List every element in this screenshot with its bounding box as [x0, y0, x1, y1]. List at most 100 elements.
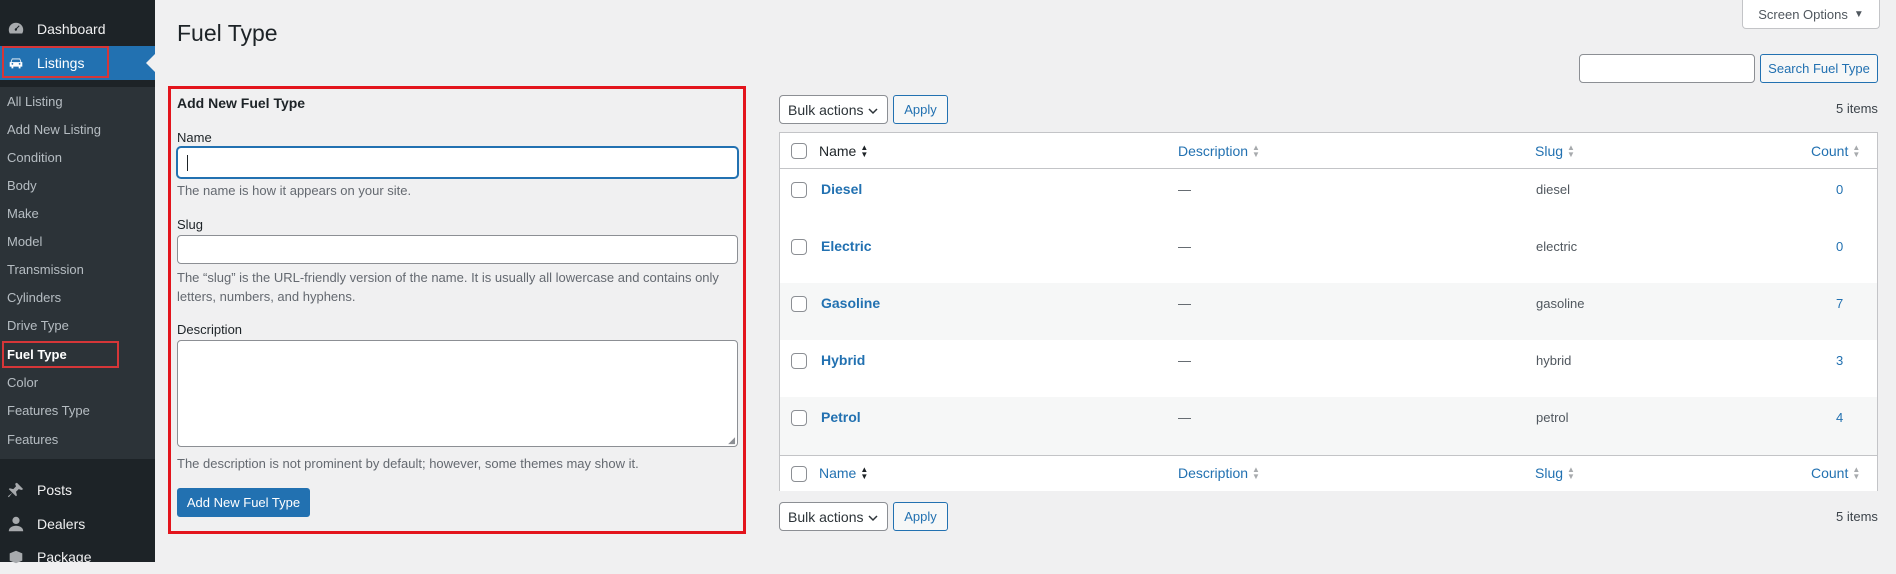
description-label: Description	[177, 322, 243, 337]
term-description: —	[1178, 296, 1191, 311]
column-footer-name[interactable]: Name ▲ ▼	[819, 465, 868, 481]
slug-label: Slug	[177, 217, 204, 232]
select-all-checkbox-footer[interactable]	[791, 466, 807, 482]
slug-field[interactable]	[177, 235, 738, 264]
submenu-color[interactable]: Color	[7, 373, 38, 393]
user-icon	[6, 514, 26, 534]
apply-button-bottom[interactable]: Apply	[893, 502, 948, 531]
row-checkbox[interactable]	[791, 410, 807, 426]
submenu-all-listing[interactable]: All Listing	[7, 92, 63, 112]
column-footer-slug[interactable]: Slug ▲ ▼	[1535, 465, 1575, 481]
submenu-features[interactable]: Features	[7, 430, 58, 450]
table-row: Electric — electric 0	[780, 226, 1877, 283]
menu-label-package: Package	[37, 549, 92, 565]
term-name-link[interactable]: Petrol	[821, 409, 861, 425]
search-fuel-type-button[interactable]: Search Fuel Type	[1760, 54, 1878, 83]
row-checkbox[interactable]	[791, 239, 807, 255]
column-header-description[interactable]: Description ▲ ▼	[1178, 143, 1260, 159]
submenu-condition[interactable]: Condition	[7, 148, 62, 168]
term-slug: diesel	[1536, 182, 1570, 197]
apply-button-top[interactable]: Apply	[893, 95, 948, 124]
term-count-link[interactable]: 7	[1836, 296, 1843, 311]
menu-label-posts: Posts	[37, 482, 73, 498]
row-checkbox[interactable]	[791, 353, 807, 369]
menu-label-dashboard: Dashboard	[37, 21, 106, 37]
listings-submenu: All Listing Add New Listing Condition Bo…	[0, 87, 155, 459]
bulk-actions-select-top[interactable]: Bulk actions	[779, 95, 888, 124]
menu-item-package[interactable]: Package	[0, 540, 155, 574]
term-name-link[interactable]: Electric	[821, 238, 872, 254]
table-header-row: Name ▲ ▼ Description ▲ ▼ Slug ▲ ▼ Count ▲ ▼	[780, 133, 1877, 169]
add-new-fuel-type-button[interactable]: Add New Fuel Type	[177, 488, 310, 517]
submenu-features-type[interactable]: Features Type	[7, 401, 90, 421]
description-help-text: The description is not prominent by defa…	[177, 456, 639, 471]
select-all-checkbox[interactable]	[791, 143, 807, 159]
slug-help-text-line-2: letters, numbers, and hyphens.	[177, 289, 356, 304]
sort-icon: ▲ ▼	[860, 143, 869, 159]
column-footer-count[interactable]: Count ▲ ▼	[1811, 465, 1860, 481]
row-checkbox[interactable]	[791, 296, 807, 312]
term-count-link[interactable]: 0	[1836, 182, 1843, 197]
term-slug: hybrid	[1536, 353, 1572, 368]
description-textarea[interactable]: ◢	[177, 340, 738, 447]
column-header-slug[interactable]: Slug ▲ ▼	[1535, 143, 1575, 159]
form-heading: Add New Fuel Type	[177, 95, 306, 111]
menu-item-posts[interactable]: Posts	[0, 473, 155, 507]
term-count-link[interactable]: 0	[1836, 239, 1843, 254]
page-title: Fuel Type	[177, 20, 278, 46]
terms-table: Name ▲ ▼ Description ▲ ▼ Slug ▲ ▼ Count ▲ ▼ Dies…	[779, 132, 1878, 491]
chevron-down-icon	[867, 104, 879, 120]
resize-handle-icon[interactable]: ◢	[728, 435, 735, 446]
screen-options-button[interactable]: Screen Options ▼	[1742, 0, 1880, 29]
term-description: —	[1178, 410, 1191, 425]
search-input[interactable]	[1579, 54, 1755, 83]
bulk-actions-value: Bulk actions	[788, 508, 864, 525]
term-slug: petrol	[1536, 410, 1569, 425]
column-footer-description[interactable]: Description ▲ ▼	[1178, 465, 1260, 481]
caret-down-icon: ▼	[1853, 8, 1864, 20]
submenu-transmission[interactable]: Transmission	[7, 260, 84, 280]
column-header-count[interactable]: Count ▲ ▼	[1811, 143, 1860, 159]
row-checkbox[interactable]	[791, 182, 807, 198]
submenu-body[interactable]: Body	[7, 176, 37, 196]
name-help-text: The name is how it appears on your site.	[177, 183, 412, 198]
term-description: —	[1178, 353, 1191, 368]
pin-icon	[6, 480, 26, 500]
submenu-drive-type[interactable]: Drive Type	[7, 316, 69, 336]
name-field[interactable]	[177, 147, 738, 178]
column-header-name[interactable]: Name ▲ ▼	[819, 143, 868, 159]
sort-icon: ▲ ▼	[860, 465, 869, 481]
menu-item-dealers[interactable]: Dealers	[0, 507, 155, 541]
table-row: Petrol — petrol 4	[780, 397, 1877, 455]
fuel-type-highlight-box	[2, 341, 119, 368]
term-slug: electric	[1536, 239, 1578, 254]
sort-icon: ▲ ▼	[1852, 465, 1861, 481]
menu-item-dashboard[interactable]: Dashboard	[0, 12, 155, 46]
submenu-model[interactable]: Model	[7, 232, 42, 252]
menu-label-dealers: Dealers	[37, 516, 86, 532]
listings-highlight-box	[2, 46, 109, 78]
submenu-cylinders[interactable]: Cylinders	[7, 288, 61, 308]
term-description: —	[1178, 239, 1191, 254]
term-name-link[interactable]: Diesel	[821, 181, 862, 197]
term-name-link[interactable]: Hybrid	[821, 352, 865, 368]
items-count-bottom: 5 items	[1836, 509, 1878, 524]
text-caret	[187, 155, 188, 171]
term-count-link[interactable]: 3	[1836, 353, 1843, 368]
term-count-link[interactable]: 4	[1836, 410, 1843, 425]
table-row: Gasoline — gasoline 7	[780, 283, 1877, 340]
term-slug: gasoline	[1536, 296, 1585, 311]
items-count-top: 5 items	[1836, 101, 1878, 116]
screen-options-label: Screen Options	[1758, 6, 1848, 22]
table-row: Hybrid — hybrid 3	[780, 340, 1877, 397]
table-row: Diesel — diesel 0	[780, 169, 1877, 226]
term-description: —	[1178, 182, 1191, 197]
bulk-actions-select-bottom[interactable]: Bulk actions	[779, 502, 888, 531]
submenu-make[interactable]: Make	[7, 204, 39, 224]
submenu-add-new-listing[interactable]: Add New Listing	[7, 120, 101, 140]
bulk-actions-value: Bulk actions	[788, 101, 864, 118]
sort-icon: ▲ ▼	[1252, 465, 1260, 481]
term-name-link[interactable]: Gasoline	[821, 295, 880, 311]
sort-icon: ▲ ▼	[1567, 143, 1575, 159]
sort-icon: ▲ ▼	[1252, 143, 1260, 159]
